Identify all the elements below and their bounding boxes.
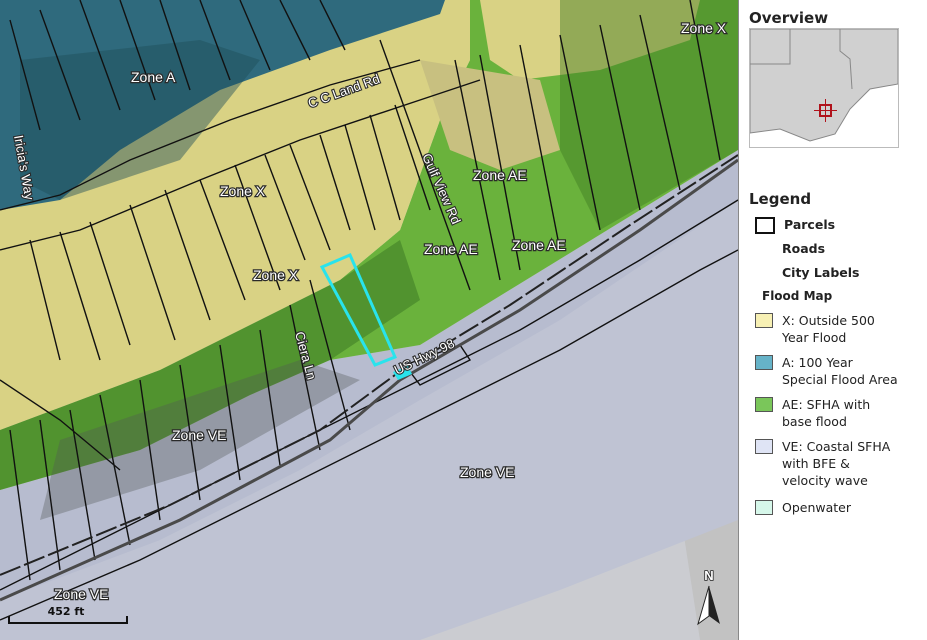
zone-label: Zone AE (424, 241, 478, 257)
legend-label: X: Outside 500 Year Flood (782, 313, 875, 345)
parcels-swatch (755, 217, 775, 234)
map-view[interactable]: Zone X Zone A Zone X Zone AE Zone X Zone… (0, 0, 739, 640)
openwater-swatch (755, 500, 773, 515)
overview-map-canvas (750, 29, 898, 147)
zone-x-swatch (755, 313, 773, 328)
zone-label: Zone X (253, 267, 299, 283)
legend-title: Legend (749, 190, 812, 208)
legend-label: VE: Coastal SFHA with BFE & velocity wav… (782, 439, 891, 488)
side-panel: Overview Legend Parcels Roads City Label… (740, 0, 927, 640)
zone-label: Zone AE (473, 167, 527, 183)
legend-item-parcels[interactable]: Parcels (755, 216, 902, 234)
overview-map[interactable] (749, 28, 899, 148)
flood-map-group-title: Flood Map (762, 289, 833, 303)
legend-item-zone-ve[interactable]: VE: Coastal SFHA with BFE & velocity wav… (755, 438, 900, 490)
legend-item-zone-a[interactable]: A: 100 Year Special Flood Area (755, 354, 900, 388)
zone-a-swatch (755, 355, 773, 370)
legend-item-zone-x[interactable]: X: Outside 500 Year Flood (755, 312, 900, 346)
north-label: N (704, 568, 713, 583)
zone-label: Zone X (220, 183, 266, 199)
zone-label: Zone VE (460, 464, 514, 480)
legend-label: City Labels (782, 265, 860, 280)
flood-map-canvas[interactable]: Zone X Zone A Zone X Zone AE Zone X Zone… (0, 0, 738, 640)
north-arrow-icon: N (697, 567, 720, 626)
overview-title: Overview (749, 9, 829, 27)
legend-label: Openwater (782, 500, 852, 515)
zone-label: Zone X (681, 20, 727, 36)
scale-bar-line (8, 616, 128, 624)
zone-ve-swatch (755, 439, 773, 454)
zone-label: Zone A (131, 69, 176, 85)
legend-label: AE: SFHA with base flood elevation BFE (782, 397, 871, 429)
legend-item-zone-ae[interactable]: AE: SFHA with base flood elevation BFE (755, 396, 900, 430)
zone-label: Zone AE (512, 237, 566, 253)
zone-ae-swatch (755, 397, 773, 412)
legend-item-city-labels[interactable]: City Labels (755, 264, 900, 281)
legend-label: A: 100 Year Special Flood Area (782, 355, 898, 387)
legend-item-openwater[interactable]: Openwater (755, 499, 900, 516)
legend-item-roads[interactable]: Roads (755, 240, 900, 257)
legend-label: Parcels (784, 217, 836, 232)
zone-label: Zone VE (54, 586, 108, 602)
legend-label: Roads (782, 241, 826, 256)
zone-label: Zone VE (172, 427, 226, 443)
scale-bar: 452 ft (6, 605, 128, 624)
